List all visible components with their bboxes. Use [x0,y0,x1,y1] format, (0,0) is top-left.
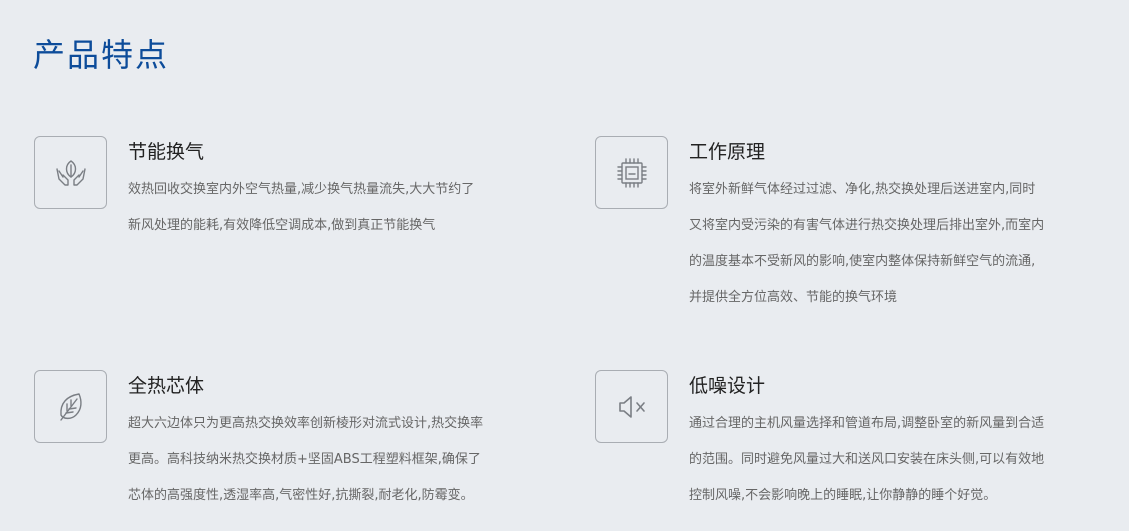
description-line: 又将室内受污染的有害气体进行热交换处理后排出室外,而室内 [689,218,1045,233]
feature-description: 效热回收交换室内外空气热量,减少换气热量流失,大大节约了 新风处理的能耗,有效降… [128,172,474,244]
description-line: 并提供全方位高效、节能的换气环境 [689,290,898,305]
description-line: 的温度基本不受新风的影响,使室内整体保持新鲜空气的流通, [689,254,1036,269]
description-line: 新风处理的能耗,有效降低空调成本,做到真正节能换气 [128,218,436,233]
hands-leaf-icon [34,136,107,209]
description-line: 将室外新鲜气体经过过滤、净化,热交换处理后送进室内,同时 [689,182,1036,197]
description-line: 更高。高科技纳米热交换材质+坚固ABS工程塑料框架,确保了 [128,452,481,467]
description-line: 效热回收交换室内外空气热量,减少换气热量流失,大大节约了 [128,182,475,197]
feature-description: 通过合理的主机风量选择和管道布局,调整卧室的新风量到合适 的范围。同时避免风量过… [689,406,1044,514]
feature-title: 节能换气 [128,141,205,163]
feature-description: 将室外新鲜气体经过过滤、净化,热交换处理后送进室内,同时 又将室内受污染的有害气… [689,172,1044,316]
description-line: 控制风噪,不会影响晚上的睡眠,让你静静的睡个好觉。 [689,488,997,503]
description-line: 芯体的高强度性,透湿率高,气密性好,抗撕裂,耐老化,防霉变。 [128,488,474,503]
chip-icon [595,136,668,209]
feature-title: 低噪设计 [689,375,766,397]
description-line: 超大六边体只为更高热交换效率创新棱形对流式设计,热交换率 [128,416,484,431]
feature-title: 工作原理 [689,141,766,163]
feature-title: 全热芯体 [128,375,205,397]
description-line: 通过合理的主机风量选择和管道布局,调整卧室的新风量到合适 [689,416,1045,431]
description-line: 的范围。同时避免风量过大和送风口安装在床头侧,可以有效地 [689,452,1045,467]
feature-description: 超大六边体只为更高热交换效率创新棱形对流式设计,热交换率 更高。高科技纳米热交换… [128,406,483,514]
speaker-mute-icon [595,370,668,443]
leaf-icon [34,370,107,443]
page-title: 产品特点 [33,36,170,74]
